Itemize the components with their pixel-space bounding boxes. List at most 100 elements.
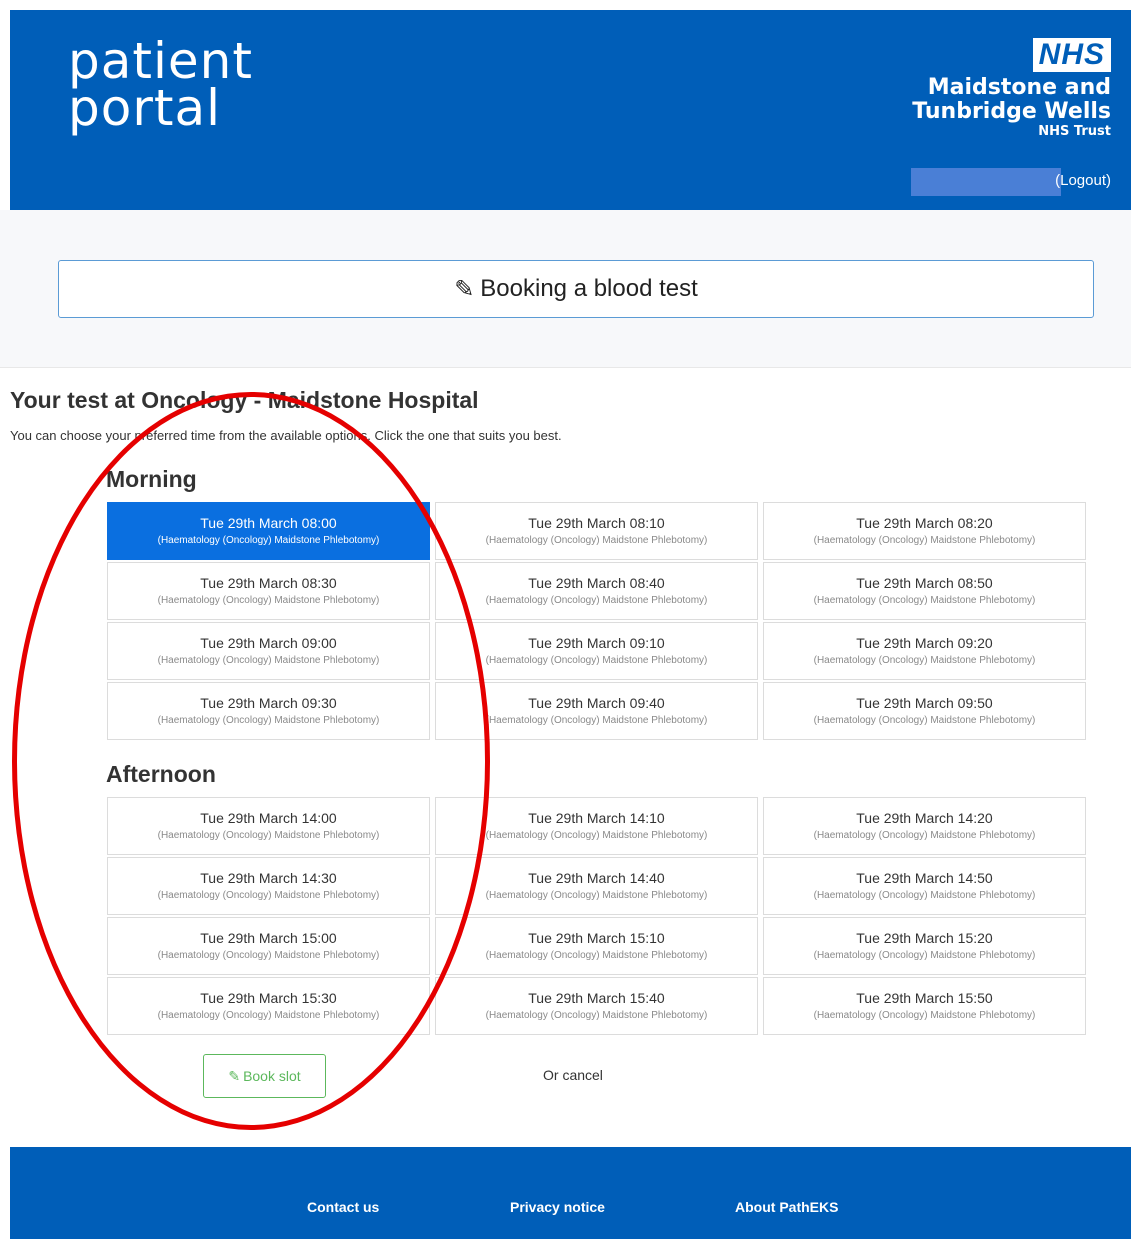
time-slot[interactable]: Tue 29th March 09:40 (Haematology (Oncolo… <box>435 682 758 740</box>
slot-location: (Haematology (Oncology) Maidstone Phlebo… <box>485 595 708 606</box>
banner-title: Booking a blood test <box>480 275 698 302</box>
time-slot[interactable]: Tue 29th March 15:40 (Haematology (Oncolo… <box>435 977 758 1035</box>
slot-time: Tue 29th March 09:10 <box>528 635 665 651</box>
site-footer: Contact us Privacy notice About PathEKS <box>10 1147 1131 1239</box>
slot-location: (Haematology (Oncology) Maidstone Phlebo… <box>157 655 380 666</box>
slot-location: (Haematology (Oncology) Maidstone Phlebo… <box>157 1010 380 1021</box>
slot-time: Tue 29th March 14:10 <box>528 810 665 826</box>
slot-location: (Haematology (Oncology) Maidstone Phlebo… <box>485 535 708 546</box>
slot-time: Tue 29th March 14:20 <box>856 810 993 826</box>
slot-time: Tue 29th March 14:40 <box>528 870 665 886</box>
time-slot[interactable]: Tue 29th March 14:30 (Haematology (Oncolo… <box>107 857 430 915</box>
time-slot[interactable]: Tue 29th March 14:40 (Haematology (Oncolo… <box>435 857 758 915</box>
instruction-text: You can choose your preferred time from … <box>10 428 562 443</box>
patient-portal-logo[interactable]: patient portal <box>68 32 253 137</box>
page-heading-band: ✎ Booking a blood test <box>0 210 1131 368</box>
time-slot[interactable]: Tue 29th March 08:00 (Haematology (Oncolo… <box>107 502 430 560</box>
nhs-trust-logo: NHS Maidstone and Tunbridge Wells NHS Tr… <box>912 38 1111 139</box>
morning-heading: Morning <box>106 466 197 492</box>
slot-time: Tue 29th March 15:40 <box>528 990 665 1006</box>
trust-name: Maidstone and Tunbridge Wells <box>912 76 1111 124</box>
slot-time: Tue 29th March 09:20 <box>856 635 993 651</box>
time-slot[interactable]: Tue 29th March 08:50 (Haematology (Oncolo… <box>763 562 1086 620</box>
slot-location: (Haematology (Oncology) Maidstone Phlebo… <box>157 595 380 606</box>
time-slot[interactable]: Tue 29th March 15:20 (Haematology (Oncolo… <box>763 917 1086 975</box>
slot-time: Tue 29th March 09:50 <box>856 695 993 711</box>
slot-time: Tue 29th March 08:40 <box>528 575 665 591</box>
slot-time: Tue 29th March 09:30 <box>200 695 337 711</box>
site-header: patient portal NHS Maidstone and Tunbrid… <box>10 10 1131 210</box>
time-slot[interactable]: Tue 29th March 14:20 (Haematology (Oncolo… <box>763 797 1086 855</box>
slot-location: (Haematology (Oncology) Maidstone Phlebo… <box>485 655 708 666</box>
slot-location: (Haematology (Oncology) Maidstone Phlebo… <box>813 595 1036 606</box>
time-slot[interactable]: Tue 29th March 14:10 (Haematology (Oncolo… <box>435 797 758 855</box>
logo-line-2: portal <box>68 79 222 137</box>
slot-time: Tue 29th March 08:10 <box>528 515 665 531</box>
trust-subtitle: NHS Trust <box>1038 124 1111 139</box>
trust-name-line-1: Maidstone and <box>927 75 1111 100</box>
time-slot[interactable]: Tue 29th March 14:00 (Haematology (Oncolo… <box>107 797 430 855</box>
slot-location: (Haematology (Oncology) Maidstone Phlebo… <box>485 890 708 901</box>
slot-time: Tue 29th March 08:50 <box>856 575 993 591</box>
slot-location: (Haematology (Oncology) Maidstone Phlebo… <box>813 715 1036 726</box>
slot-location: (Haematology (Oncology) Maidstone Phlebo… <box>157 535 380 546</box>
slot-location: (Haematology (Oncology) Maidstone Phlebo… <box>813 535 1036 546</box>
afternoon-slots: Tue 29th March 14:00 (Haematology (Oncolo… <box>107 797 1087 1035</box>
time-slot[interactable]: Tue 29th March 09:10 (Haematology (Oncolo… <box>435 622 758 680</box>
slot-time: Tue 29th March 14:00 <box>200 810 337 826</box>
logo-line-1: patient <box>68 32 253 90</box>
slot-time: Tue 29th March 09:00 <box>200 635 337 651</box>
footer-link-contact[interactable]: Contact us <box>307 1199 379 1215</box>
slot-time: Tue 29th March 15:30 <box>200 990 337 1006</box>
page: patient portal NHS Maidstone and Tunbrid… <box>0 0 1131 1239</box>
time-slot[interactable]: Tue 29th March 15:00 (Haematology (Oncolo… <box>107 917 430 975</box>
slot-time: Tue 29th March 15:50 <box>856 990 993 1006</box>
slot-location: (Haematology (Oncology) Maidstone Phlebo… <box>485 830 708 841</box>
slot-time: Tue 29th March 09:40 <box>528 695 665 711</box>
booking-banner: ✎ Booking a blood test <box>58 260 1094 318</box>
slot-location: (Haematology (Oncology) Maidstone Phlebo… <box>813 1010 1036 1021</box>
footer-link-about[interactable]: About PathEKS <box>735 1199 838 1215</box>
time-slot[interactable]: Tue 29th March 08:10 (Haematology (Oncolo… <box>435 502 758 560</box>
slot-time: Tue 29th March 08:20 <box>856 515 993 531</box>
time-slot[interactable]: Tue 29th March 15:30 (Haematology (Oncolo… <box>107 977 430 1035</box>
logout-link[interactable]: (Logout) <box>1055 172 1111 189</box>
slot-time: Tue 29th March 08:30 <box>200 575 337 591</box>
slot-location: (Haematology (Oncology) Maidstone Phlebo… <box>813 890 1036 901</box>
slot-location: (Haematology (Oncology) Maidstone Phlebo… <box>813 655 1036 666</box>
afternoon-heading: Afternoon <box>106 761 216 787</box>
slot-time: Tue 29th March 14:50 <box>856 870 993 886</box>
book-slot-button[interactable]: ✎ Book slot <box>203 1054 326 1098</box>
slot-location: (Haematology (Oncology) Maidstone Phlebo… <box>157 830 380 841</box>
time-slot[interactable]: Tue 29th March 08:30 (Haematology (Oncolo… <box>107 562 430 620</box>
pencil-icon: ✎ <box>228 1067 241 1084</box>
time-slot[interactable]: Tue 29th March 09:30 (Haematology (Oncolo… <box>107 682 430 740</box>
time-slot[interactable]: Tue 29th March 15:50 (Haematology (Oncolo… <box>763 977 1086 1035</box>
slot-location: (Haematology (Oncology) Maidstone Phlebo… <box>813 830 1036 841</box>
slot-location: (Haematology (Oncology) Maidstone Phlebo… <box>485 1010 708 1021</box>
time-slot[interactable]: Tue 29th March 08:40 (Haematology (Oncolo… <box>435 562 758 620</box>
time-slot[interactable]: Tue 29th March 15:10 (Haematology (Oncolo… <box>435 917 758 975</box>
nhs-badge: NHS <box>1032 38 1111 72</box>
slot-time: Tue 29th March 14:30 <box>200 870 337 886</box>
footer-link-privacy[interactable]: Privacy notice <box>510 1199 605 1215</box>
time-slot[interactable]: Tue 29th March 09:50 (Haematology (Oncolo… <box>763 682 1086 740</box>
slot-time: Tue 29th March 08:00 <box>200 515 337 531</box>
slot-time: Tue 29th March 15:10 <box>528 930 665 946</box>
slot-location: (Haematology (Oncology) Maidstone Phlebo… <box>157 950 380 961</box>
slot-location: (Haematology (Oncology) Maidstone Phlebo… <box>157 890 380 901</box>
user-name-redacted <box>911 168 1061 196</box>
time-slot[interactable]: Tue 29th March 09:20 (Haematology (Oncolo… <box>763 622 1086 680</box>
trust-name-line-2: Tunbridge Wells <box>912 99 1111 124</box>
morning-slots: Tue 29th March 08:00 (Haematology (Oncolo… <box>107 502 1087 740</box>
time-slot[interactable]: Tue 29th March 09:00 (Haematology (Oncolo… <box>107 622 430 680</box>
slot-location: (Haematology (Oncology) Maidstone Phlebo… <box>157 715 380 726</box>
slot-location: (Haematology (Oncology) Maidstone Phlebo… <box>485 950 708 961</box>
slot-location: (Haematology (Oncology) Maidstone Phlebo… <box>485 715 708 726</box>
time-slot[interactable]: Tue 29th March 08:20 (Haematology (Oncolo… <box>763 502 1086 560</box>
test-title: Your test at Oncology - Maidstone Hospit… <box>10 387 479 413</box>
cancel-link[interactable]: Or cancel <box>543 1067 603 1083</box>
time-slot[interactable]: Tue 29th March 14:50 (Haematology (Oncolo… <box>763 857 1086 915</box>
slot-time: Tue 29th March 15:20 <box>856 930 993 946</box>
slot-location: (Haematology (Oncology) Maidstone Phlebo… <box>813 950 1036 961</box>
